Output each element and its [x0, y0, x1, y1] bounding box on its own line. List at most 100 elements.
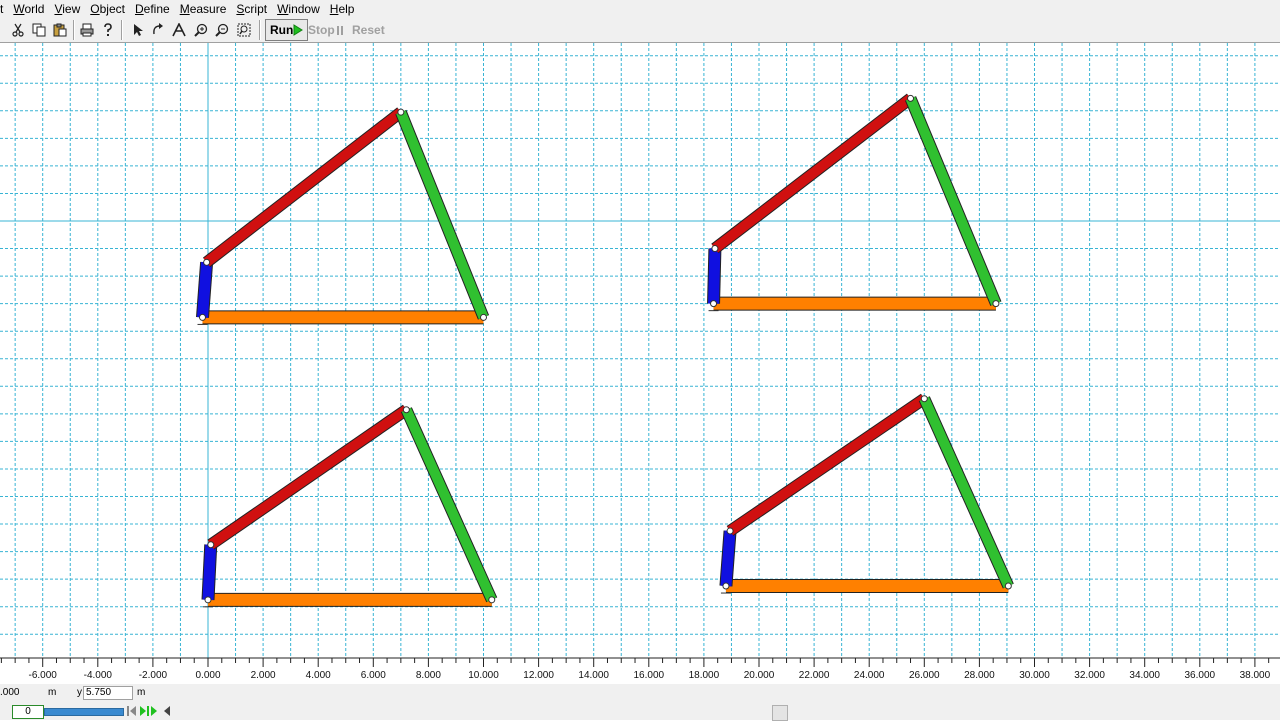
text-tool-icon[interactable] [170, 21, 188, 39]
zoom-fit-icon[interactable] [235, 21, 253, 39]
linkage-top-right [707, 93, 1002, 312]
x-tick-label: 10.000 [468, 670, 499, 681]
y-coordinate-field[interactable]: 5.750 [83, 686, 133, 700]
coupler-link [711, 94, 914, 253]
toolbar-separator [73, 20, 75, 40]
tape-player-bar: 0 [0, 702, 1280, 721]
pin-joint [992, 300, 1000, 308]
run-button[interactable]: Run [265, 19, 309, 41]
menu-script[interactable]: Script [231, 2, 272, 16]
x-tick-label: 18.000 [689, 670, 720, 681]
pin-joint [907, 94, 915, 102]
reset-button[interactable]: Reset [352, 19, 385, 41]
help-question-icon[interactable] [99, 21, 117, 39]
linkage-bottom-left [201, 404, 498, 608]
menu-bar: t World View Object Define Measure Script Windo… [0, 0, 1280, 18]
workspace-canvas[interactable]: -6.000 -4.000 -2.000 0.000 2.000 4.000 6.000 8.… [0, 43, 1280, 684]
pin-joint [710, 300, 718, 308]
rocker-link [396, 110, 489, 320]
grid [0, 43, 1280, 658]
rocker-link [919, 396, 1013, 589]
rocker-link [905, 96, 1001, 306]
pin-joint [207, 541, 215, 549]
pin-joint [198, 313, 206, 321]
x-tick-label: 8.000 [416, 670, 441, 681]
cut-icon[interactable] [9, 21, 27, 39]
x-tick-label: 2.000 [251, 670, 276, 681]
copy-icon[interactable] [30, 21, 48, 39]
x-coordinate-value: .000 [0, 687, 20, 698]
x-tick-label: 36.000 [1185, 670, 1216, 681]
pin-joint [722, 582, 730, 590]
zoom-out-icon[interactable] [213, 21, 231, 39]
x-tick-label: -6.000 [29, 670, 58, 681]
x-tick-label: -2.000 [139, 670, 168, 681]
menu-world[interactable]: World [8, 2, 49, 16]
x-tick-label: 14.000 [578, 670, 609, 681]
x-tick-label: 32.000 [1074, 670, 1105, 681]
x-tick-label: 20.000 [744, 670, 775, 681]
step-back-icon [127, 706, 136, 716]
x-tick-label: 22.000 [799, 670, 830, 681]
toolbar-separator [121, 20, 123, 40]
y-unit: m [137, 687, 146, 698]
linkages [196, 93, 1014, 608]
run-label: Run [270, 23, 294, 37]
rotate-icon[interactable] [149, 21, 167, 39]
crank-link [197, 261, 213, 318]
print-icon[interactable] [78, 21, 96, 39]
menu-measure[interactable]: Measure [175, 2, 232, 16]
x-axis-ruler: -6.000 -4.000 -2.000 0.000 2.000 4.000 6.000 8.… [0, 657, 1280, 684]
x-tick-label: 38.000 [1240, 670, 1271, 681]
pin-joint [726, 527, 734, 535]
x-tick-label: 12.000 [523, 670, 554, 681]
x-tick-label: 24.000 [854, 670, 885, 681]
toolbar-separator [259, 20, 261, 40]
x-tick-label: 16.000 [634, 670, 665, 681]
menu-help[interactable]: Help [325, 2, 360, 16]
rewind-icon [164, 706, 170, 716]
pin-joint [397, 108, 405, 116]
playback-slider[interactable] [44, 708, 124, 716]
stop-label: Stop [308, 23, 335, 37]
pin-joint [203, 258, 211, 266]
zoom-in-icon[interactable] [192, 21, 210, 39]
x-tick-label: 26.000 [909, 670, 940, 681]
playback-controls[interactable] [126, 705, 176, 717]
reset-label: Reset [352, 23, 385, 37]
menu-file[interactable]: t [0, 2, 8, 16]
stop-button[interactable]: Stop [308, 19, 345, 41]
pin-joint [488, 596, 496, 604]
pin-joint [1004, 582, 1012, 590]
linkage-top-left [196, 107, 490, 325]
x-tick-label: 6.000 [361, 670, 386, 681]
pin-joint [920, 395, 928, 403]
pointer-arrow-icon[interactable] [129, 21, 147, 39]
y-coordinate-label: y [77, 687, 82, 698]
toolbar: Run Stop Reset [0, 18, 1280, 43]
pause-icon [336, 26, 343, 35]
frame-number-field[interactable]: 0 [12, 705, 44, 719]
pin-joint [711, 245, 719, 253]
x-tick-label: 34.000 [1129, 670, 1160, 681]
x-tick-label: 30.000 [1019, 670, 1050, 681]
pin-joint [204, 596, 212, 604]
rocker-link [401, 407, 497, 602]
x-tick-label: 4.000 [306, 670, 331, 681]
x-tick-label: 28.000 [964, 670, 995, 681]
x-unit: m [48, 687, 57, 698]
play-forward-icon [140, 706, 157, 716]
horizontal-scroll-thumb[interactable] [772, 705, 788, 721]
menu-object[interactable]: Object [85, 2, 130, 16]
status-bar: .000 m y 5.750 m [0, 684, 1280, 702]
linkage-bottom-right [719, 393, 1014, 594]
crank-link [202, 544, 217, 601]
x-tick-label: 0.000 [195, 670, 220, 681]
menu-window[interactable]: Window [272, 2, 325, 16]
crank-link [720, 530, 736, 587]
pin-joint [402, 406, 410, 414]
menu-view[interactable]: View [49, 2, 85, 16]
menu-define[interactable]: Define [130, 2, 175, 16]
paste-icon[interactable] [51, 21, 69, 39]
pin-joint [480, 313, 487, 321]
